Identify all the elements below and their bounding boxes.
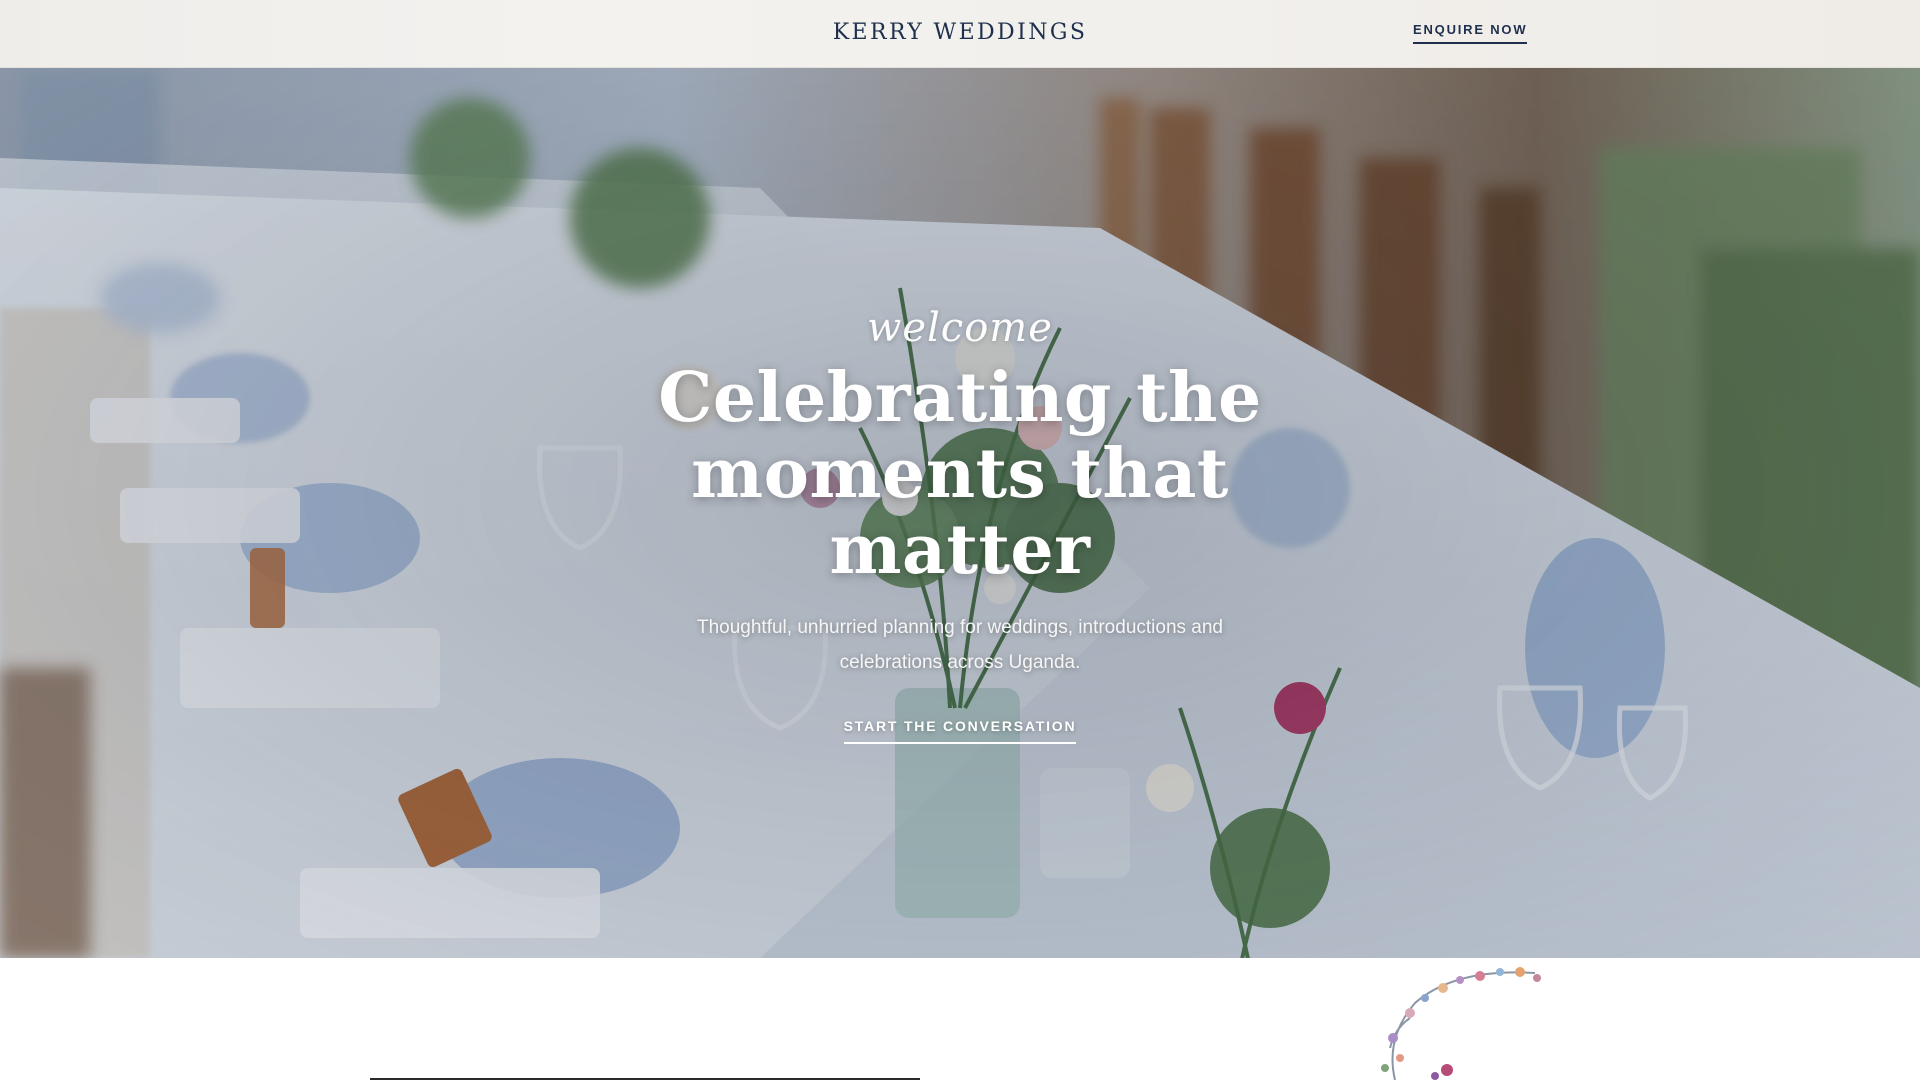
intro-section [0, 958, 1920, 1080]
hero-headline: Celebrating the moments that matter [658, 358, 1262, 590]
start-conversation-link[interactable]: START THE CONVERSATION [843, 718, 1077, 744]
brand-logo-link[interactable]: KERRY WEDDINGS [0, 20, 1920, 45]
hero-content: welcome Celebrating the moments that mat… [0, 308, 1920, 744]
site-header: KERRY WEDDINGS ENQUIRE NOW [0, 0, 1920, 68]
enquire-now-link[interactable]: ENQUIRE NOW [1413, 22, 1528, 44]
welcome-script: welcome [867, 305, 1053, 351]
hero-section: welcome Celebrating the moments that mat… [0, 68, 1920, 958]
floral-decoration-icon [1381, 967, 1541, 1080]
hero-subheading: Thoughtful, unhurried planning for weddi… [696, 617, 1224, 673]
